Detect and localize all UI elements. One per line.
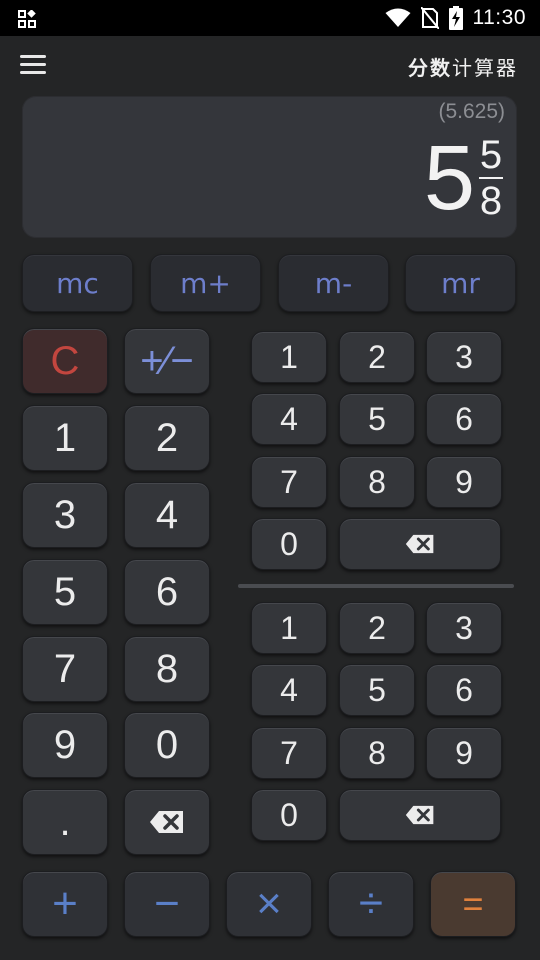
app-title-rest: 计算器 xyxy=(452,56,518,80)
divide-button[interactable]: ÷ xyxy=(328,871,414,937)
denominator-digit-6[interactable]: 6 xyxy=(426,664,502,716)
whole-digit-4[interactable]: 4 xyxy=(124,482,210,548)
denominator-digit-9[interactable]: 9 xyxy=(426,727,502,779)
denominator-digit-2[interactable]: 2 xyxy=(339,602,415,654)
multiply-button[interactable]: × xyxy=(226,871,312,937)
status-bar: 11:30 xyxy=(0,0,540,36)
app-header: 分数计算器 xyxy=(0,36,540,94)
denominator-digit-1[interactable]: 1 xyxy=(251,602,327,654)
fraction-divider xyxy=(238,584,514,588)
whole-digit-0[interactable]: 0 xyxy=(124,712,210,778)
numerator-backspace-button[interactable] xyxy=(339,518,501,570)
numerator-digit-9[interactable]: 9 xyxy=(426,456,502,508)
whole-backspace-button[interactable] xyxy=(124,789,210,855)
numerator-digit-0[interactable]: 0 xyxy=(251,518,327,570)
whole-digit-7[interactable]: 7 xyxy=(22,636,108,702)
whole-digit-9[interactable]: 9 xyxy=(22,712,108,778)
battery-charging-icon xyxy=(448,6,463,30)
numerator-digit-5[interactable]: 5 xyxy=(339,393,415,445)
whole-digit-1[interactable]: 1 xyxy=(22,405,108,471)
backspace-icon xyxy=(150,811,183,833)
numerator-digit-1[interactable]: 1 xyxy=(251,331,327,383)
whole-digit-3[interactable]: 3 xyxy=(22,482,108,548)
equals-button[interactable]: = xyxy=(430,871,516,937)
whole-digit-6[interactable]: 6 xyxy=(124,559,210,625)
decimal-readout: (5.625) xyxy=(438,100,505,123)
numerator: 5 xyxy=(479,133,503,177)
denominator-digit-5[interactable]: 5 xyxy=(339,664,415,716)
whole-number: 5 xyxy=(423,127,475,229)
memory-clear-button[interactable]: mc xyxy=(22,254,133,312)
plus-minus-button[interactable]: +∕− xyxy=(124,328,210,394)
memory-add-button[interactable]: m+ xyxy=(150,254,261,312)
whole-digit-2[interactable]: 2 xyxy=(124,405,210,471)
hamburger-menu-icon[interactable] xyxy=(20,55,46,75)
wifi-icon xyxy=(385,8,410,27)
grid-icon xyxy=(18,10,36,28)
result-display: (5.625) 5 5 8 xyxy=(22,96,517,238)
denominator-backspace-button[interactable] xyxy=(339,789,501,841)
backspace-icon xyxy=(405,534,434,554)
numerator-digit-2[interactable]: 2 xyxy=(339,331,415,383)
denominator-digit-7[interactable]: 7 xyxy=(251,727,327,779)
numerator-digit-6[interactable]: 6 xyxy=(426,393,502,445)
numerator-digit-8[interactable]: 8 xyxy=(339,456,415,508)
no-sim-icon xyxy=(420,7,439,29)
app-title: 分数计算器 xyxy=(408,52,518,81)
subtract-button[interactable]: − xyxy=(124,871,210,937)
denominator: 8 xyxy=(479,179,503,223)
memory-subtract-button[interactable]: m- xyxy=(278,254,389,312)
numerator-digit-3[interactable]: 3 xyxy=(426,331,502,383)
backspace-icon xyxy=(405,805,434,825)
whole-digit-8[interactable]: 8 xyxy=(124,636,210,702)
memory-recall-button[interactable]: mr xyxy=(405,254,516,312)
fraction-result: 5 5 8 xyxy=(424,130,503,226)
fraction-part: 5 8 xyxy=(479,135,503,221)
numerator-digit-7[interactable]: 7 xyxy=(251,456,327,508)
clear-button[interactable]: C xyxy=(22,328,108,394)
numerator-digit-4[interactable]: 4 xyxy=(251,393,327,445)
clock: 11:30 xyxy=(472,6,526,29)
decimal-point-button[interactable]: . xyxy=(22,789,108,855)
add-button[interactable]: + xyxy=(22,871,108,937)
whole-digit-5[interactable]: 5 xyxy=(22,559,108,625)
denominator-digit-3[interactable]: 3 xyxy=(426,602,502,654)
denominator-digit-4[interactable]: 4 xyxy=(251,664,327,716)
denominator-digit-0[interactable]: 0 xyxy=(251,789,327,841)
denominator-digit-8[interactable]: 8 xyxy=(339,727,415,779)
app-title-bold: 分数 xyxy=(408,56,452,80)
